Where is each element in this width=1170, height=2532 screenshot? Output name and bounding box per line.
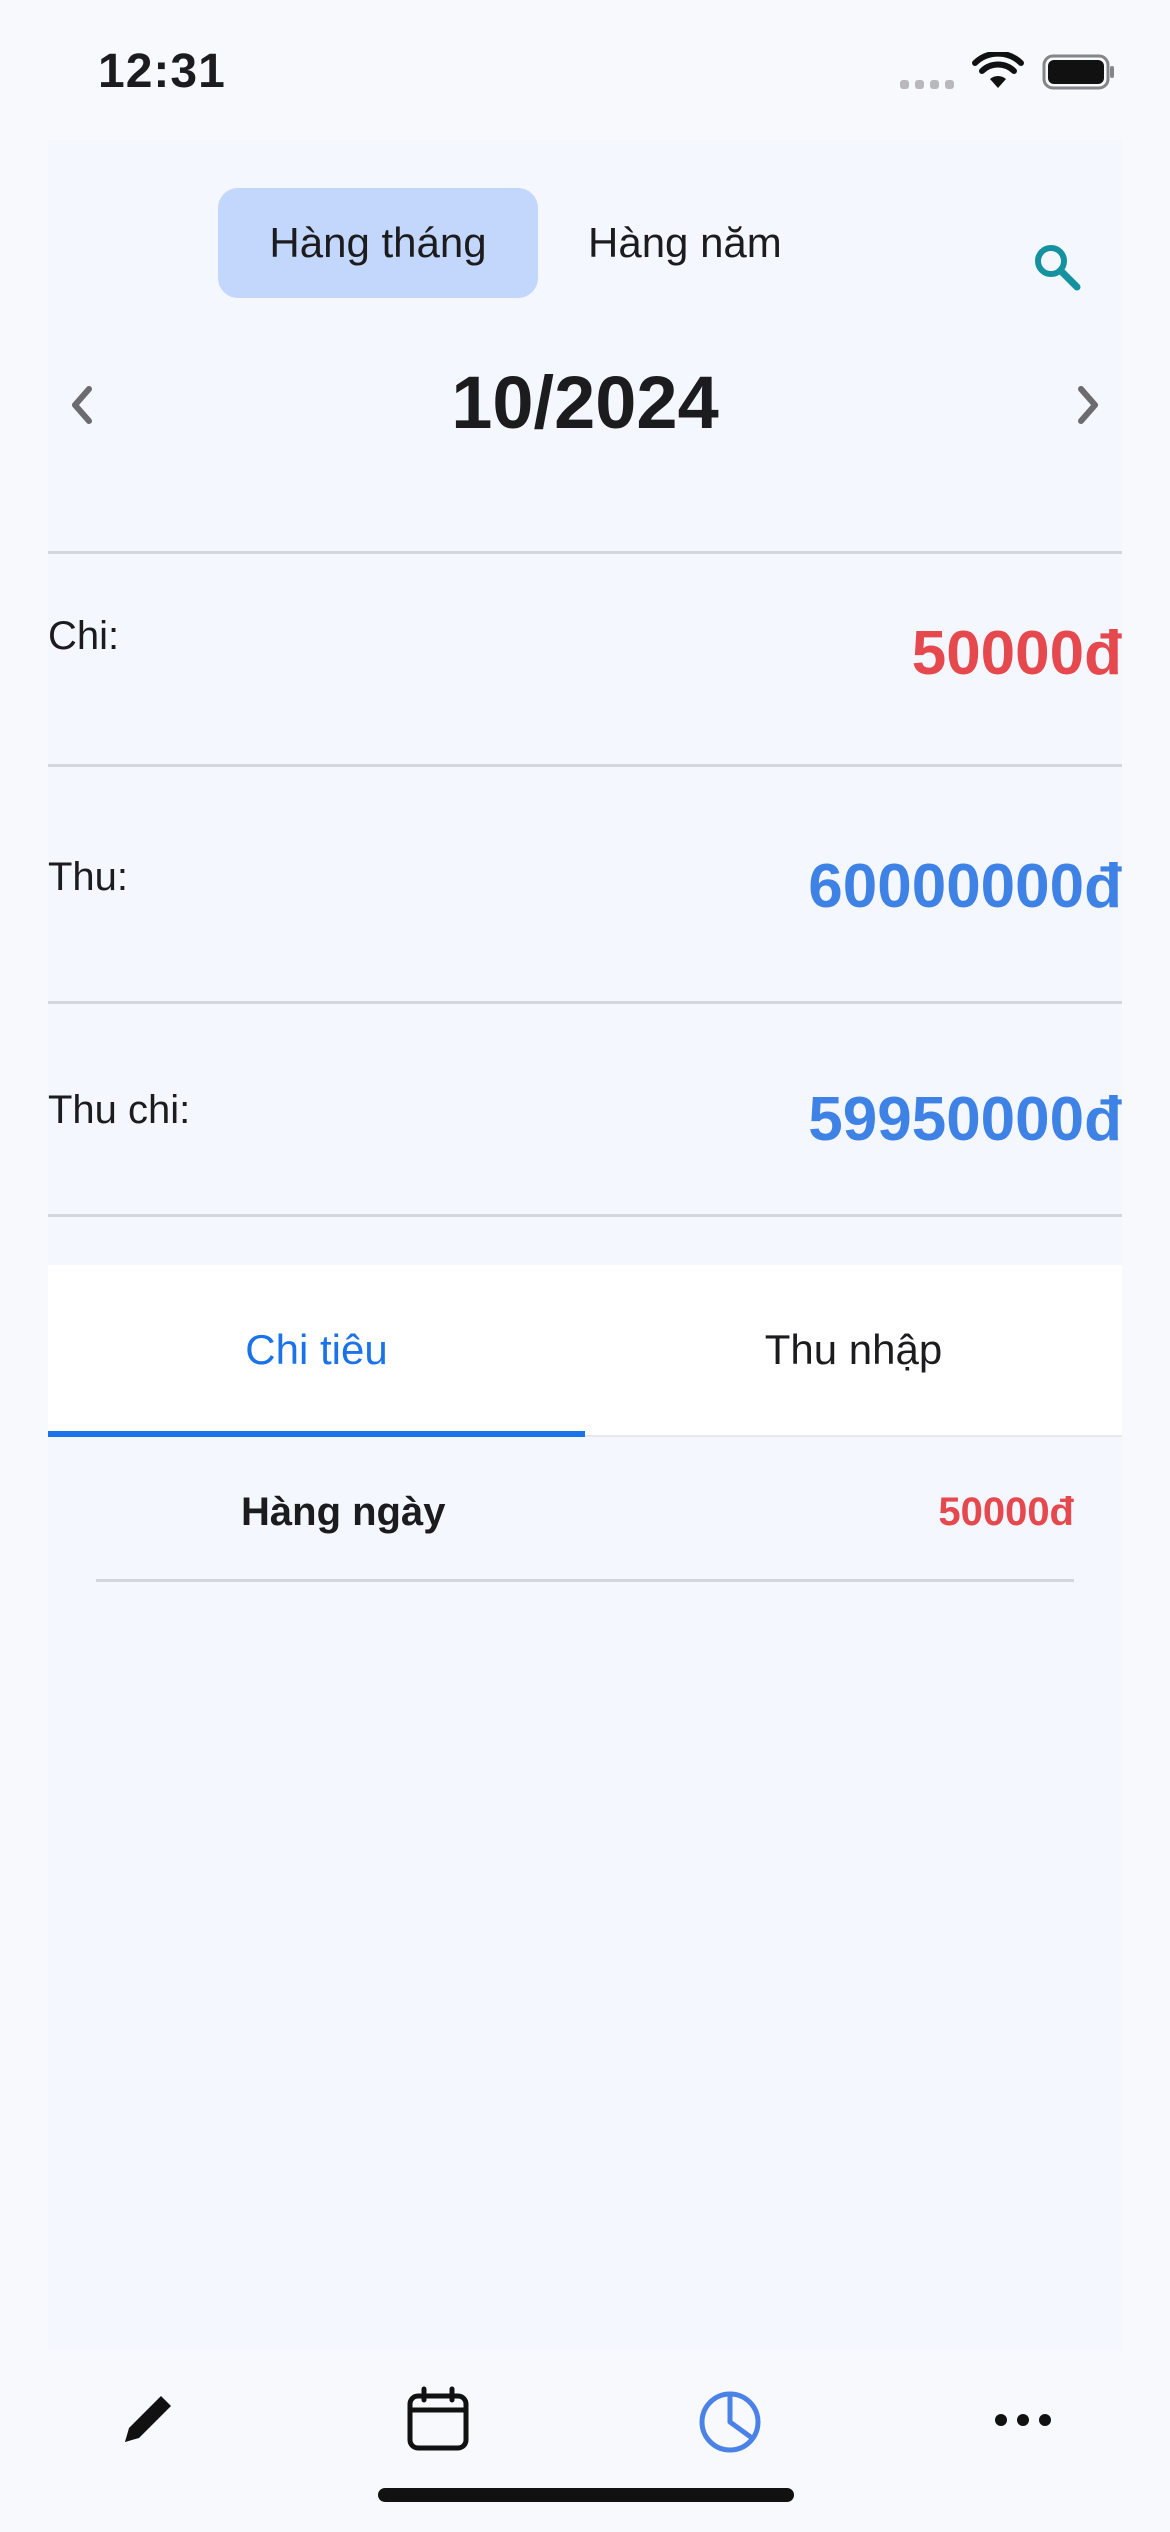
divider [48,1214,1122,1217]
tab-input[interactable] [92,2370,202,2470]
balance-summary-row: Thu chi: 59950000đ [48,1004,1122,1214]
period-toggle: Hàng tháng Hàng năm [218,188,832,298]
category-row[interactable]: Hàng ngày 50000đ [96,1450,1074,1582]
month-navigation: 10/2024 [48,340,1122,470]
pie-chart-icon [699,2391,761,2453]
tab-report[interactable] [675,2370,785,2470]
tab-calendar[interactable] [383,2370,493,2470]
tab-more[interactable] [968,2370,1078,2470]
expense-summary-row: Chi: 50000đ [48,554,1122,764]
expense-summary-value: 50000đ [911,619,1122,688]
screen: 12:31 Hàng tháng Hàng năm 10/2024 Chi: 5… [0,0,1170,2532]
income-summary-row: Thu: 60000000đ [48,767,1122,977]
current-month-label: 10/2024 [451,361,719,444]
wifi-icon [972,52,1024,88]
category-amount: 50000đ [938,1490,1074,1534]
income-summary-value: 60000000đ [808,852,1122,921]
chevron-right-icon [1078,386,1098,424]
cellular-signal-icon [900,56,954,89]
status-time: 12:31 [98,45,226,98]
tab-expense[interactable]: Chi tiêu [48,1265,585,1437]
yearly-toggle-button[interactable]: Hàng năm [538,188,832,298]
calendar-icon [407,2386,469,2451]
search-button[interactable] [1022,232,1092,302]
category-type-tabs: Chi tiêu Thu nhập [48,1265,1122,1437]
balance-summary-label: Thu chi: [48,1088,191,1132]
pencil-icon [125,2396,171,2442]
more-icon [995,2414,1051,2426]
search-icon [1035,245,1081,291]
balance-summary-value: 59950000đ [808,1085,1122,1154]
tab-income[interactable]: Thu nhập [585,1265,1122,1435]
report-content: Hàng tháng Hàng năm 10/2024 Chi: 50000đ … [48,140,1122,2350]
expense-summary-label: Chi: [48,614,120,658]
monthly-toggle-button[interactable]: Hàng tháng [218,188,538,298]
category-name: Hàng ngày [241,1490,446,1534]
bottom-tab-bar [0,2350,1170,2532]
home-indicator [378,2488,794,2502]
next-month-button[interactable] [1052,370,1122,440]
battery-icon [1042,54,1114,90]
status-icons [900,52,1116,92]
status-bar: 12:31 [0,0,1170,140]
income-summary-label: Thu: [48,855,129,899]
